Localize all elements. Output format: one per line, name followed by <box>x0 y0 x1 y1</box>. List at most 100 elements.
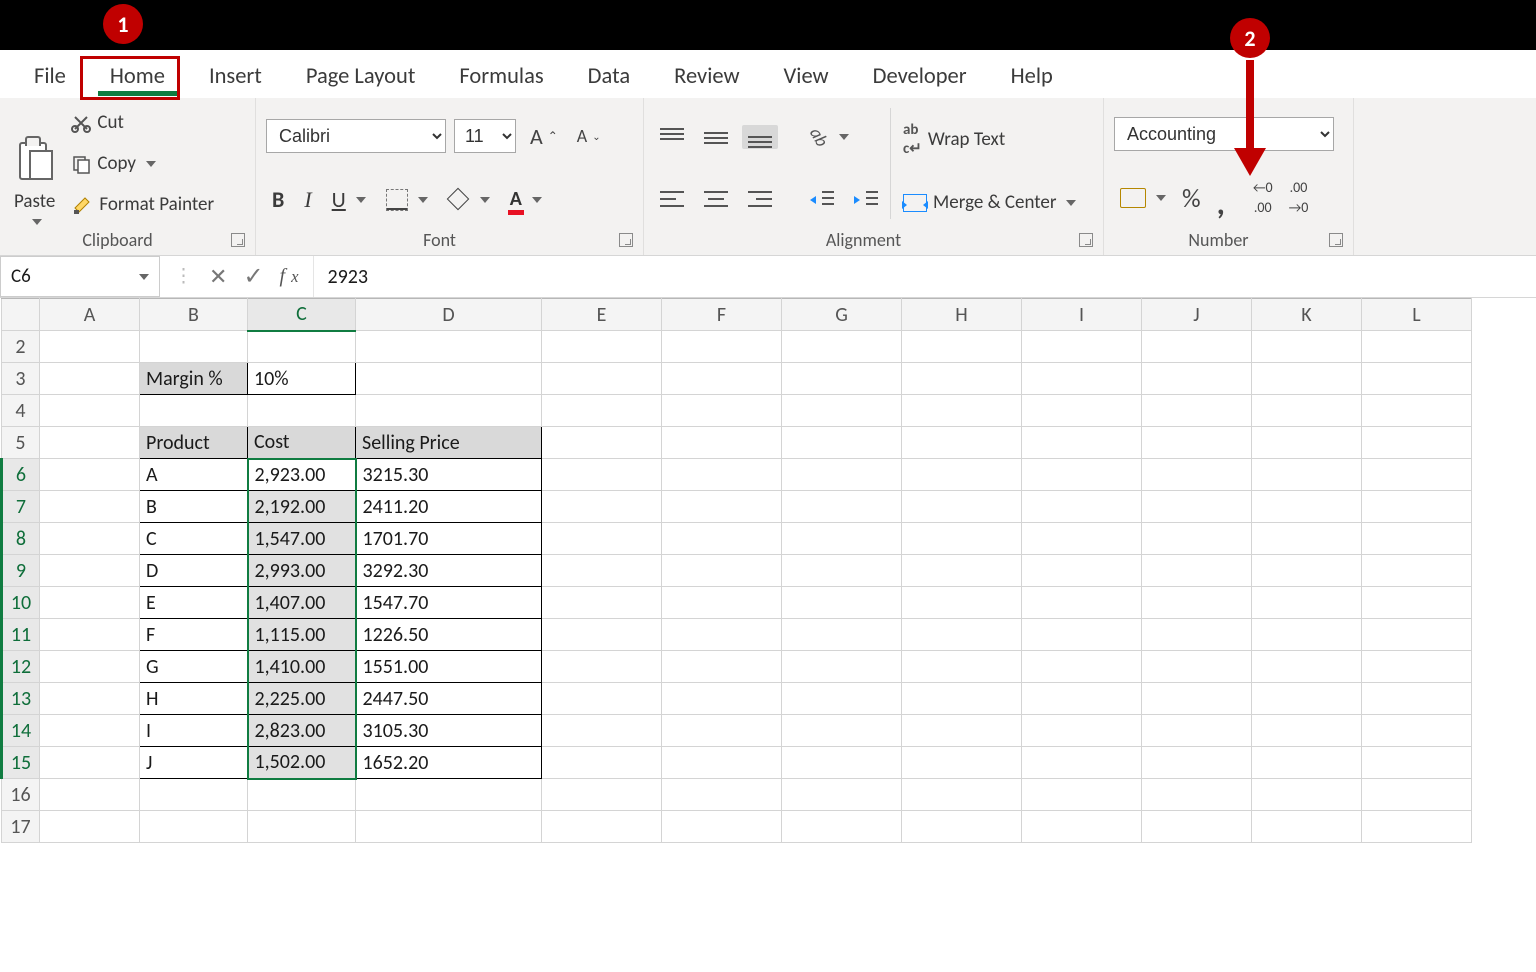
cell-A4[interactable] <box>40 395 140 427</box>
font-color-button[interactable]: A <box>504 184 548 216</box>
cell-H8[interactable] <box>902 523 1022 555</box>
cell-J9[interactable] <box>1142 555 1252 587</box>
cell-B6[interactable]: A <box>140 459 248 491</box>
cell-J15[interactable] <box>1142 747 1252 779</box>
cell-I12[interactable] <box>1022 651 1142 683</box>
cell-F8[interactable] <box>662 523 782 555</box>
cell-K12[interactable] <box>1252 651 1362 683</box>
cell-E14[interactable] <box>542 715 662 747</box>
tab-review[interactable]: Review <box>652 55 761 98</box>
align-middle-button[interactable] <box>698 125 734 149</box>
cell-K13[interactable] <box>1252 683 1362 715</box>
font-name-select[interactable]: Calibri <box>266 119 446 153</box>
bold-button[interactable]: B <box>266 183 290 216</box>
cell-B7[interactable]: B <box>140 491 248 523</box>
cell-A14[interactable] <box>40 715 140 747</box>
cell-I6[interactable] <box>1022 459 1142 491</box>
cell-H13[interactable] <box>902 683 1022 715</box>
cell-K5[interactable] <box>1252 427 1362 459</box>
cell-I3[interactable] <box>1022 363 1142 395</box>
cell-C15[interactable]: 1,502.00 <box>248 747 356 779</box>
cell-K15[interactable] <box>1252 747 1362 779</box>
cell-L10[interactable] <box>1362 587 1472 619</box>
tab-home[interactable]: Home <box>88 55 187 98</box>
cell-F6[interactable] <box>662 459 782 491</box>
cell-H4[interactable] <box>902 395 1022 427</box>
cell-I4[interactable] <box>1022 395 1142 427</box>
cell-J5[interactable] <box>1142 427 1252 459</box>
increase-indent-button[interactable] <box>848 188 884 212</box>
font-size-select[interactable]: 11 <box>454 119 516 153</box>
cell-B9[interactable]: D <box>140 555 248 587</box>
format-painter-button[interactable]: Format Painter <box>65 190 220 219</box>
fill-color-button[interactable] <box>442 186 496 214</box>
cell-I13[interactable] <box>1022 683 1142 715</box>
cell-L14[interactable] <box>1362 715 1472 747</box>
row-header-9[interactable]: 9 <box>2 555 40 587</box>
cell-D10[interactable]: 1547.70 <box>356 587 542 619</box>
cell-C7[interactable]: 2,192.00 <box>248 491 356 523</box>
cell-F15[interactable] <box>662 747 782 779</box>
copy-button[interactable]: Copy <box>65 149 220 178</box>
cell-D7[interactable]: 2411.20 <box>356 491 542 523</box>
cell-G5[interactable] <box>782 427 902 459</box>
cell-A6[interactable] <box>40 459 140 491</box>
row-header-6[interactable]: 6 <box>2 459 40 491</box>
tab-formulas[interactable]: Formulas <box>437 55 565 98</box>
align-right-button[interactable] <box>742 188 778 212</box>
cell-B17[interactable] <box>140 811 248 843</box>
col-header-J[interactable]: J <box>1142 299 1252 331</box>
row-header-10[interactable]: 10 <box>2 587 40 619</box>
cell-J12[interactable] <box>1142 651 1252 683</box>
cell-G15[interactable] <box>782 747 902 779</box>
cell-E12[interactable] <box>542 651 662 683</box>
col-header-B[interactable]: B <box>140 299 248 331</box>
insert-function-button[interactable]: fx <box>280 265 299 288</box>
cell-C4[interactable] <box>248 395 356 427</box>
cell-I15[interactable] <box>1022 747 1142 779</box>
cell-G14[interactable] <box>782 715 902 747</box>
italic-button[interactable]: I <box>298 184 317 216</box>
cell-B13[interactable]: H <box>140 683 248 715</box>
cell-B8[interactable]: C <box>140 523 248 555</box>
cell-D11[interactable]: 1226.50 <box>356 619 542 651</box>
row-header-3[interactable]: 3 <box>2 363 40 395</box>
cell-J7[interactable] <box>1142 491 1252 523</box>
cell-F11[interactable] <box>662 619 782 651</box>
clipboard-launcher[interactable] <box>231 233 245 247</box>
cell-B15[interactable]: J <box>140 747 248 779</box>
cell-A8[interactable] <box>40 523 140 555</box>
cell-J8[interactable] <box>1142 523 1252 555</box>
cell-J16[interactable] <box>1142 779 1252 811</box>
cell-J10[interactable] <box>1142 587 1252 619</box>
cell-E17[interactable] <box>542 811 662 843</box>
tab-insert[interactable]: Insert <box>187 55 284 98</box>
cell-I16[interactable] <box>1022 779 1142 811</box>
cell-L6[interactable] <box>1362 459 1472 491</box>
alignment-launcher[interactable] <box>1079 233 1093 247</box>
cell-H2[interactable] <box>902 331 1022 363</box>
cell-H7[interactable] <box>902 491 1022 523</box>
cell-G9[interactable] <box>782 555 902 587</box>
cell-J17[interactable] <box>1142 811 1252 843</box>
cell-L5[interactable] <box>1362 427 1472 459</box>
cell-L15[interactable] <box>1362 747 1472 779</box>
cell-B11[interactable]: F <box>140 619 248 651</box>
accounting-format-button[interactable] <box>1114 185 1172 211</box>
cell-D13[interactable]: 2447.50 <box>356 683 542 715</box>
cell-L12[interactable] <box>1362 651 1472 683</box>
col-header-C[interactable]: C <box>248 299 356 331</box>
cell-I11[interactable] <box>1022 619 1142 651</box>
cell-K11[interactable] <box>1252 619 1362 651</box>
cell-K7[interactable] <box>1252 491 1362 523</box>
cell-A15[interactable] <box>40 747 140 779</box>
align-center-button[interactable] <box>698 188 734 212</box>
cell-D6[interactable]: 3215.30 <box>356 459 542 491</box>
cell-D4[interactable] <box>356 395 542 427</box>
cell-L9[interactable] <box>1362 555 1472 587</box>
cell-A3[interactable] <box>40 363 140 395</box>
row-header-12[interactable]: 12 <box>2 651 40 683</box>
cell-E5[interactable] <box>542 427 662 459</box>
cell-G10[interactable] <box>782 587 902 619</box>
cell-F3[interactable] <box>662 363 782 395</box>
